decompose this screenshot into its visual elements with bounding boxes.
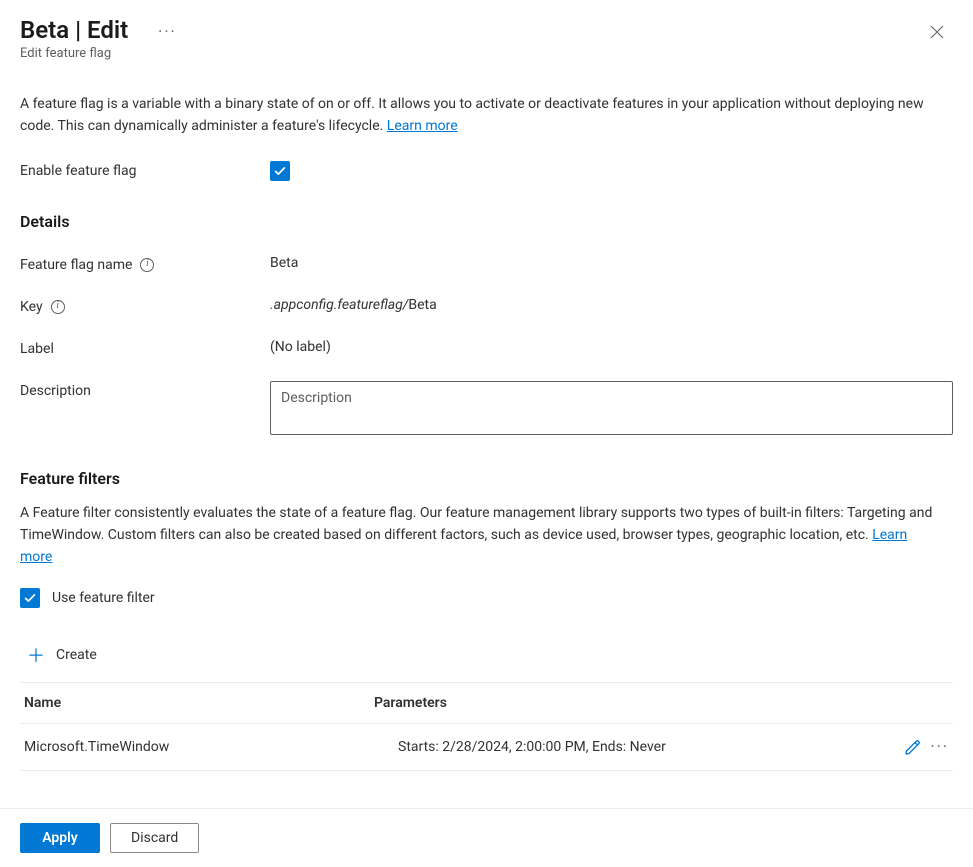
label-value: (No label) (270, 339, 953, 355)
info-icon[interactable] (51, 300, 65, 314)
edit-filter-button[interactable] (904, 738, 922, 756)
feature-flag-name-label: Feature flag name (20, 257, 132, 273)
details-heading: Details (20, 212, 953, 231)
enable-feature-flag-checkbox[interactable] (270, 161, 290, 181)
filter-parameters: Starts: 2/28/2024, 2:00:00 PM, Ends: Nev… (374, 739, 879, 755)
filters-table: Name Parameters Microsoft.TimeWindow Sta… (20, 683, 953, 771)
column-header-name: Name (24, 695, 374, 711)
close-icon (929, 24, 945, 40)
use-feature-filter-label: Use feature filter (52, 590, 155, 606)
header-more-icon[interactable]: ··· (158, 24, 177, 40)
filter-name: Microsoft.TimeWindow (24, 739, 374, 755)
description-label: Description (20, 381, 270, 399)
footer: Apply Discard (0, 808, 973, 867)
key-prefix: .appconfig.featureflag/ (270, 297, 408, 313)
pencil-icon (904, 738, 922, 756)
column-header-parameters: Parameters (374, 695, 879, 711)
description-input[interactable] (270, 381, 953, 435)
intro-text: A feature flag is a variable with a bina… (20, 93, 930, 137)
key-value: .appconfig.featureflag/Beta (270, 297, 953, 313)
enable-feature-flag-label: Enable feature flag (20, 161, 270, 179)
feature-flag-name-value: Beta (270, 255, 953, 271)
table-row: Microsoft.TimeWindow Starts: 2/28/2024, … (20, 724, 953, 771)
plus-icon: ＋ (26, 642, 46, 668)
discard-button[interactable]: Discard (110, 823, 199, 853)
filters-intro-body: A Feature filter consistently evaluates … (20, 505, 932, 543)
page-title: Beta | Edit (20, 16, 128, 44)
apply-button[interactable]: Apply (20, 823, 100, 853)
create-label: Create (56, 647, 97, 663)
key-suffix: Beta (408, 297, 436, 313)
use-feature-filter-checkbox[interactable] (20, 588, 40, 608)
feature-filters-intro: A Feature filter consistently evaluates … (20, 502, 940, 568)
close-button[interactable] (925, 20, 949, 48)
checkmark-icon (273, 164, 287, 178)
page-subtitle: Edit feature flag (20, 46, 925, 61)
filter-more-icon[interactable]: ··· (930, 739, 949, 755)
intro-learn-more-link[interactable]: Learn more (387, 118, 458, 134)
label-label: Label (20, 339, 270, 357)
info-icon[interactable] (140, 258, 154, 272)
intro-body: A feature flag is a variable with a bina… (20, 96, 924, 134)
checkmark-icon (23, 591, 37, 605)
feature-filters-heading: Feature filters (20, 469, 953, 488)
key-label: Key (20, 299, 43, 315)
create-filter-button[interactable]: ＋ Create (20, 636, 953, 682)
